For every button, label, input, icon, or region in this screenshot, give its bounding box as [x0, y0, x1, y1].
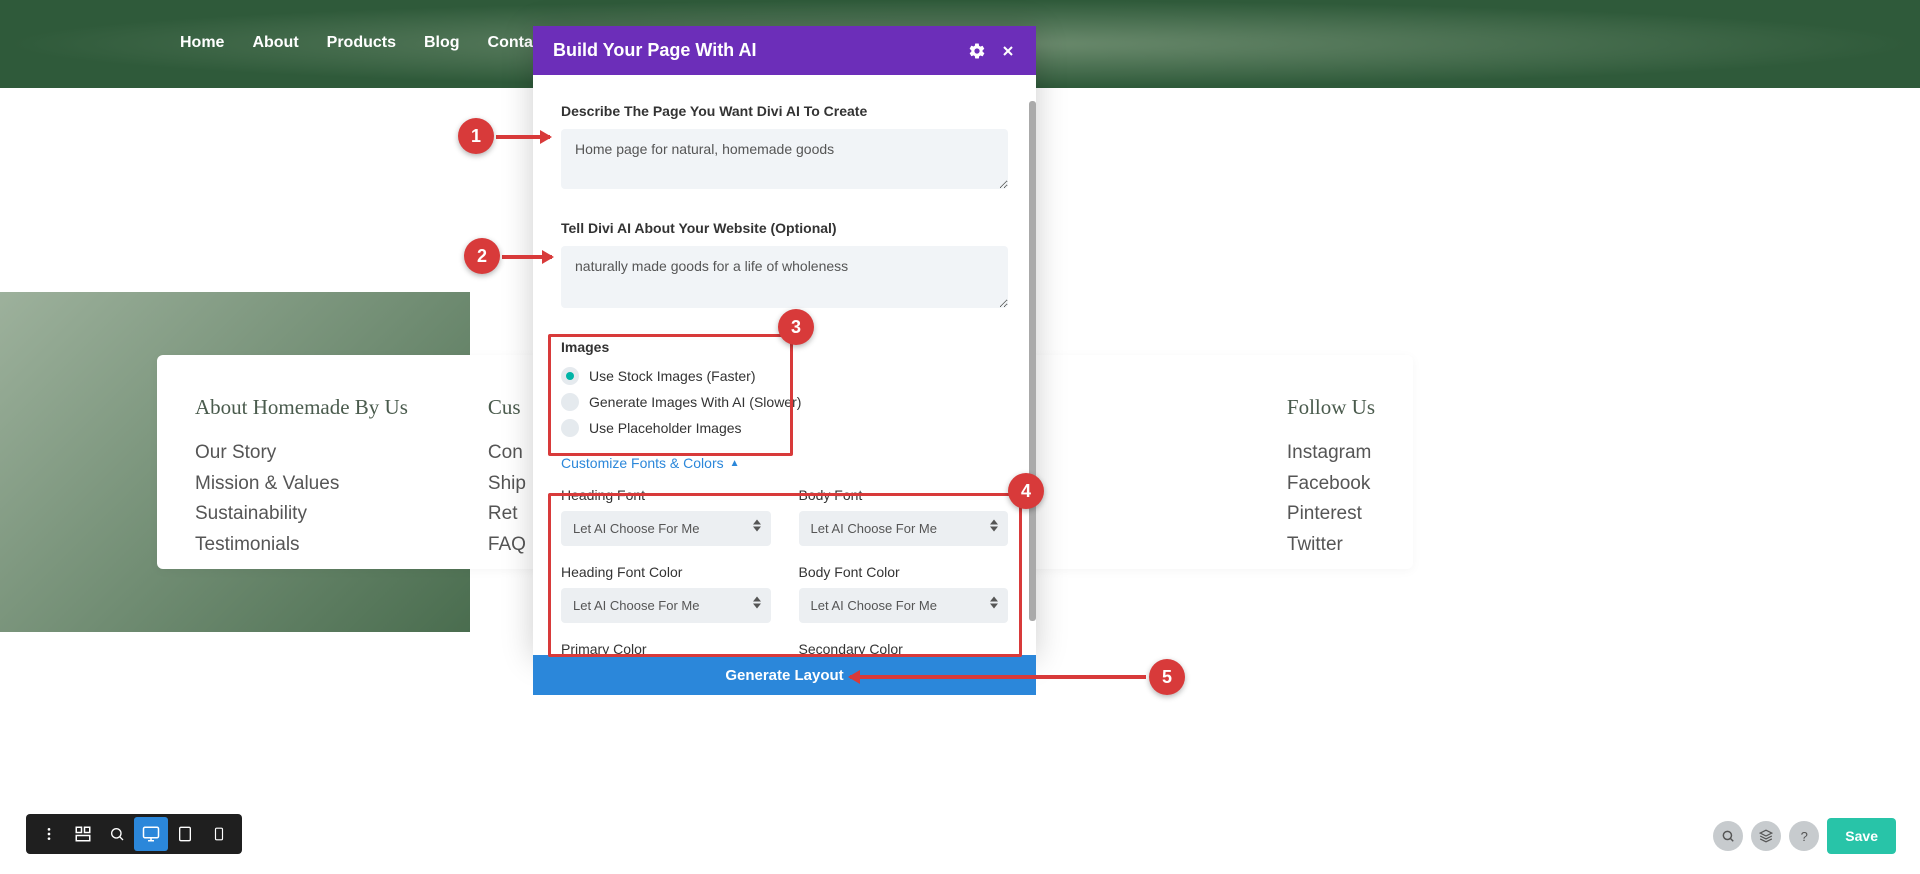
- heading-font-select[interactable]: Let AI Choose For Me: [561, 511, 771, 546]
- modal-body: Describe The Page You Want Divi AI To Cr…: [533, 75, 1036, 655]
- footer-link[interactable]: Facebook: [1287, 471, 1375, 497]
- radio-icon: [561, 393, 579, 411]
- builder-toolbar: [26, 814, 242, 854]
- zoom-icon[interactable]: [100, 817, 134, 851]
- annotation-arrow-2: [502, 255, 552, 259]
- radio-placeholder[interactable]: Use Placeholder Images: [561, 419, 1008, 437]
- builder-right-controls: ? Save: [1713, 818, 1896, 854]
- footer-col-about: About Homemade By Us Our Story Mission &…: [195, 395, 408, 529]
- footer-link[interactable]: Sustainability: [195, 501, 408, 527]
- body-color-select[interactable]: Let AI Choose For Me: [799, 588, 1009, 623]
- customize-link-text: Customize Fonts & Colors: [561, 455, 724, 471]
- radio-icon: [561, 367, 579, 385]
- footer-heading-customer: Cus: [488, 395, 526, 420]
- modal-header: Build Your Page With AI: [533, 26, 1036, 75]
- annotation-arrow-5: [850, 675, 1146, 679]
- footer-heading-about: About Homemade By Us: [195, 395, 408, 420]
- nav-about[interactable]: About: [252, 34, 298, 52]
- search-circle-icon[interactable]: [1713, 821, 1743, 851]
- footer-link[interactable]: Ret: [488, 501, 526, 527]
- primary-color-label: Primary Color: [561, 641, 771, 655]
- customize-fonts-colors-toggle[interactable]: Customize Fonts & Colors ▲: [561, 455, 740, 471]
- radio-label: Use Placeholder Images: [589, 420, 742, 436]
- footer-link[interactable]: Our Story: [195, 440, 408, 466]
- footer-link[interactable]: Ship: [488, 471, 526, 497]
- annotation-5: 5: [1149, 659, 1185, 695]
- wireframe-icon[interactable]: [66, 817, 100, 851]
- font-color-grid: Heading Font Let AI Choose For Me Body F…: [561, 487, 1008, 655]
- footer-col-customer: Cus Con Ship Ret FAQ: [488, 395, 526, 529]
- secondary-color-label: Secondary Color: [799, 641, 1009, 655]
- gear-icon[interactable]: [968, 42, 986, 60]
- nav-blog[interactable]: Blog: [424, 34, 460, 52]
- radio-icon: [561, 419, 579, 437]
- annotation-4: 4: [1008, 473, 1044, 509]
- describe-label: Describe The Page You Want Divi AI To Cr…: [561, 103, 1008, 119]
- radio-label: Generate Images With AI (Slower): [589, 394, 801, 410]
- nav-products[interactable]: Products: [327, 34, 396, 52]
- layers-icon[interactable]: [1751, 821, 1781, 851]
- radio-generate-ai[interactable]: Generate Images With AI (Slower): [561, 393, 1008, 411]
- footer-link[interactable]: Con: [488, 440, 526, 466]
- body-color-label: Body Font Color: [799, 564, 1009, 580]
- footer-link[interactable]: Twitter: [1287, 532, 1375, 558]
- describe-input[interactable]: [561, 129, 1008, 189]
- annotation-3: 3: [778, 309, 814, 345]
- phone-icon[interactable]: [202, 817, 236, 851]
- nav-home[interactable]: Home: [180, 34, 224, 52]
- more-icon[interactable]: [32, 817, 66, 851]
- annotation-2: 2: [464, 238, 500, 274]
- about-label: Tell Divi AI About Your Website (Optiona…: [561, 220, 1008, 236]
- caret-up-icon: ▲: [730, 458, 740, 469]
- footer-link[interactable]: Testimonials: [195, 532, 408, 558]
- body-font-select[interactable]: Let AI Choose For Me: [799, 511, 1009, 546]
- body-font-label: Body Font: [799, 487, 1009, 503]
- footer-link[interactable]: Mission & Values: [195, 471, 408, 497]
- close-icon[interactable]: [1000, 43, 1016, 59]
- footer-link[interactable]: Pinterest: [1287, 501, 1375, 527]
- footer-link[interactable]: FAQ: [488, 532, 526, 558]
- help-icon[interactable]: ?: [1789, 821, 1819, 851]
- radio-label: Use Stock Images (Faster): [589, 368, 756, 384]
- annotation-1: 1: [458, 118, 494, 154]
- desktop-icon[interactable]: [134, 817, 168, 851]
- about-input[interactable]: [561, 246, 1008, 308]
- heading-font-label: Heading Font: [561, 487, 771, 503]
- modal-title: Build Your Page With AI: [553, 40, 954, 61]
- radio-stock-images[interactable]: Use Stock Images (Faster): [561, 367, 1008, 385]
- footer-link[interactable]: Instagram: [1287, 440, 1375, 466]
- footer-col-follow: Follow Us Instagram Facebook Pinterest T…: [1287, 395, 1375, 529]
- images-group: Images Use Stock Images (Faster) Generat…: [561, 339, 1008, 437]
- heading-color-label: Heading Font Color: [561, 564, 771, 580]
- save-button[interactable]: Save: [1827, 818, 1896, 854]
- annotation-arrow-1: [496, 135, 550, 139]
- tablet-icon[interactable]: [168, 817, 202, 851]
- footer-heading-follow: Follow Us: [1287, 395, 1375, 420]
- heading-color-select[interactable]: Let AI Choose For Me: [561, 588, 771, 623]
